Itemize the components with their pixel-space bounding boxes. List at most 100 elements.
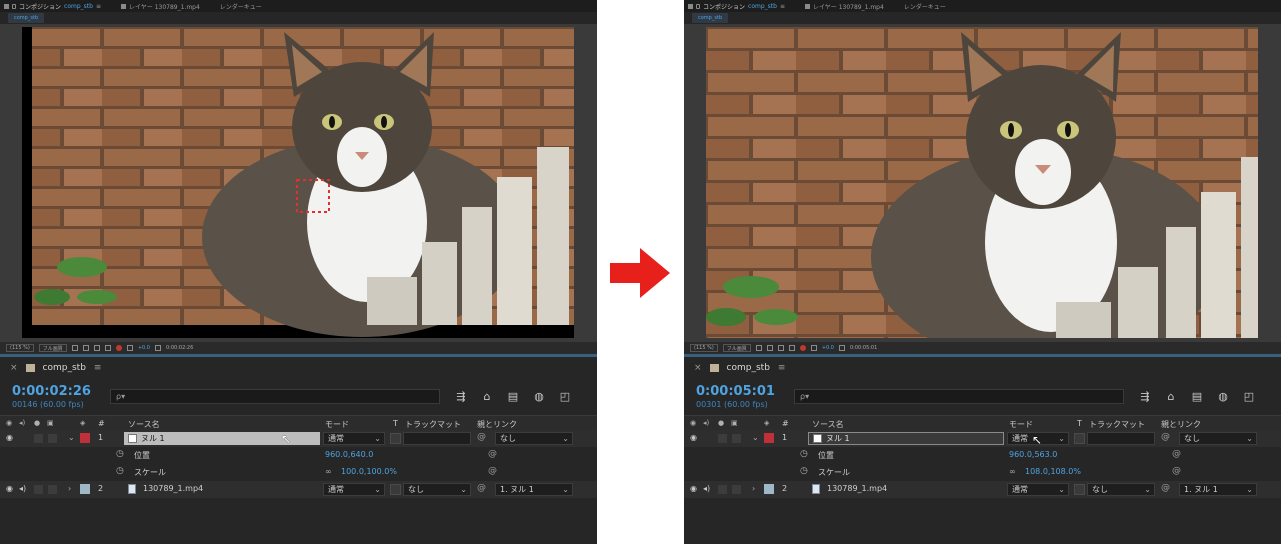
parent-dropdown[interactable]: なし ⌄ xyxy=(1179,432,1257,445)
position-value[interactable]: 960.0,563.0 xyxy=(1009,450,1057,459)
tab-render-queue[interactable]: レンダーキュー xyxy=(904,2,946,11)
motion-blur-icon[interactable]: ◍ xyxy=(532,389,546,403)
column-parent[interactable]: 親とリンク xyxy=(1161,419,1201,430)
menu-icon[interactable]: ≡ xyxy=(780,3,785,10)
graph-editor-icon[interactable]: ◰ xyxy=(1242,389,1256,403)
layer-name[interactable]: 130789_1.mp4 xyxy=(827,484,887,493)
graph-editor-icon[interactable]: ◰ xyxy=(558,389,572,403)
pickwhip-icon[interactable]: @ xyxy=(1161,483,1170,493)
pickwhip-icon[interactable]: @ xyxy=(477,432,486,442)
layer-label-color[interactable] xyxy=(764,433,774,443)
solo-toggle[interactable] xyxy=(34,434,43,443)
eye-icon[interactable]: ◉ xyxy=(690,484,697,493)
pickwhip-icon[interactable]: @ xyxy=(488,449,497,459)
mask-icon[interactable] xyxy=(777,345,784,351)
transparency-icon[interactable] xyxy=(104,345,111,351)
close-icon[interactable]: × xyxy=(10,363,18,373)
parent-dropdown[interactable]: 1. ヌル 1 ⌄ xyxy=(495,483,573,496)
layer-name[interactable]: 130789_1.mp4 xyxy=(143,484,203,493)
exposure-value[interactable]: +0.0 xyxy=(138,345,150,351)
audio-icon[interactable]: ◂) xyxy=(703,419,709,427)
comp-subtab[interactable]: comp_stb xyxy=(8,13,45,23)
current-time[interactable]: 0:00:02:26 xyxy=(12,384,91,399)
trackmatte-dropdown[interactable] xyxy=(1087,432,1155,445)
eye-icon[interactable]: ◉ xyxy=(6,484,13,493)
pickwhip-icon[interactable]: @ xyxy=(488,466,497,476)
constrain-proportions-icon[interactable]: ∞ xyxy=(1009,467,1016,476)
composition-viewer[interactable] xyxy=(0,24,597,342)
tab-layer[interactable]: レイヤー 130789_1.mp4 xyxy=(804,2,884,11)
tab-render-queue[interactable]: レンダーキュー xyxy=(220,2,262,11)
column-source-name[interactable]: ソース名 xyxy=(812,419,844,430)
solo-icon[interactable]: ● xyxy=(718,419,724,427)
video-icon[interactable]: ◉ xyxy=(690,419,696,427)
tab-composition[interactable]: コンポジション comp_stb ≡ xyxy=(688,2,785,11)
transparency-icon[interactable] xyxy=(788,345,795,351)
audio-icon[interactable]: ◂) xyxy=(19,484,26,493)
position-value[interactable]: 960.0,640.0 xyxy=(325,450,373,459)
solo-toggle[interactable] xyxy=(718,485,727,494)
composition-flowchart-icon[interactable]: ⇶ xyxy=(1138,389,1152,403)
pickwhip-icon[interactable]: @ xyxy=(1172,449,1181,459)
menu-icon[interactable]: ≡ xyxy=(94,363,102,373)
zoom-dropdown[interactable]: (115 %) xyxy=(6,344,34,352)
column-mode[interactable]: モード xyxy=(325,419,349,430)
chevron-down-icon[interactable]: ⌄ xyxy=(752,433,759,442)
viewer-timecode[interactable]: 0:00:02:26 xyxy=(166,345,193,351)
solo-toggle[interactable] xyxy=(718,434,727,443)
exposure-value[interactable]: +0.0 xyxy=(822,345,834,351)
mode-dropdown[interactable]: 通常 ⌄ xyxy=(1007,483,1069,496)
trackmatte-dropdown[interactable]: なし ⌄ xyxy=(403,483,471,496)
frame-blending-icon[interactable]: ▤ xyxy=(506,389,520,403)
constrain-proportions-icon[interactable]: ∞ xyxy=(325,467,332,476)
pickwhip-icon[interactable]: @ xyxy=(477,483,486,493)
snapshot-icon[interactable] xyxy=(810,345,817,351)
preserve-transparency-toggle[interactable] xyxy=(390,433,401,444)
camera-icon[interactable] xyxy=(154,345,161,351)
snapshot-icon[interactable] xyxy=(126,345,133,351)
layer-label-color[interactable] xyxy=(764,484,774,494)
property-row-scale[interactable]: ◷ スケール ∞ 108.0,108.0% @ xyxy=(684,464,1281,481)
stopwatch-icon[interactable]: ◷ xyxy=(800,449,808,459)
property-row-scale[interactable]: ◷ スケール ∞ 100.0,100.0% @ xyxy=(0,464,597,481)
stopwatch-icon[interactable]: ◷ xyxy=(116,466,124,476)
layer-row-null[interactable]: ◉ ⌄ 1 ヌル 1 通常 ⌄ ↖ @ なし ⌄ xyxy=(684,430,1281,447)
grid-icon[interactable] xyxy=(766,345,773,351)
close-icon[interactable]: × xyxy=(694,363,702,373)
audio-icon[interactable]: ◂) xyxy=(703,484,710,493)
column-trackmatte[interactable]: トラックマット xyxy=(1089,419,1145,430)
label-icon[interactable]: ◈ xyxy=(80,419,85,427)
mask-icon[interactable] xyxy=(93,345,100,351)
label-icon[interactable]: ◈ xyxy=(764,419,769,427)
grid-icon[interactable] xyxy=(82,345,89,351)
chevron-down-icon[interactable]: ⌄ xyxy=(68,433,75,442)
column-trackmatte[interactable]: トラックマット xyxy=(405,419,461,430)
layer-label-color[interactable] xyxy=(80,433,90,443)
layer-row-null[interactable]: ◉ ⌄ 1 ヌル 1 ↖ 通常 ⌄ @ なし ⌄ xyxy=(0,430,597,447)
viewer-timecode[interactable]: 0:00:05:01 xyxy=(850,345,877,351)
fit-icon[interactable] xyxy=(755,345,762,351)
color-channel-icon[interactable] xyxy=(115,345,122,351)
scale-value[interactable]: 108.0,108.0% xyxy=(1025,467,1081,476)
pickwhip-icon[interactable]: @ xyxy=(1172,466,1181,476)
trackmatte-dropdown[interactable] xyxy=(403,432,471,445)
menu-icon[interactable]: ≡ xyxy=(96,3,101,10)
pickwhip-icon[interactable]: @ xyxy=(1161,432,1170,442)
stopwatch-icon[interactable]: ◷ xyxy=(116,449,124,459)
composition-viewer[interactable] xyxy=(684,24,1281,342)
preserve-transparency-toggle[interactable] xyxy=(390,484,401,495)
column-parent[interactable]: 親とリンク xyxy=(477,419,517,430)
layer-label-color[interactable] xyxy=(80,484,90,494)
camera-icon[interactable] xyxy=(838,345,845,351)
parent-dropdown[interactable]: なし ⌄ xyxy=(495,432,573,445)
resolution-dropdown[interactable]: フル画質 xyxy=(722,344,751,352)
solo-icon[interactable]: ● xyxy=(34,419,40,427)
lock-icon[interactable]: ▣ xyxy=(731,419,738,427)
eye-icon[interactable]: ◉ xyxy=(690,433,697,442)
fit-icon[interactable] xyxy=(71,345,78,351)
shy-icon[interactable]: ⌂ xyxy=(1164,389,1178,403)
timeline-comp-name[interactable]: comp_stb xyxy=(43,363,86,373)
layer-row-video[interactable]: ◉ ◂) › 2 130789_1.mp4 通常 ⌄ なし ⌄ @ 1. ヌル … xyxy=(0,481,597,498)
chevron-right-icon[interactable]: › xyxy=(68,484,71,493)
preserve-transparency-toggle[interactable] xyxy=(1074,433,1085,444)
